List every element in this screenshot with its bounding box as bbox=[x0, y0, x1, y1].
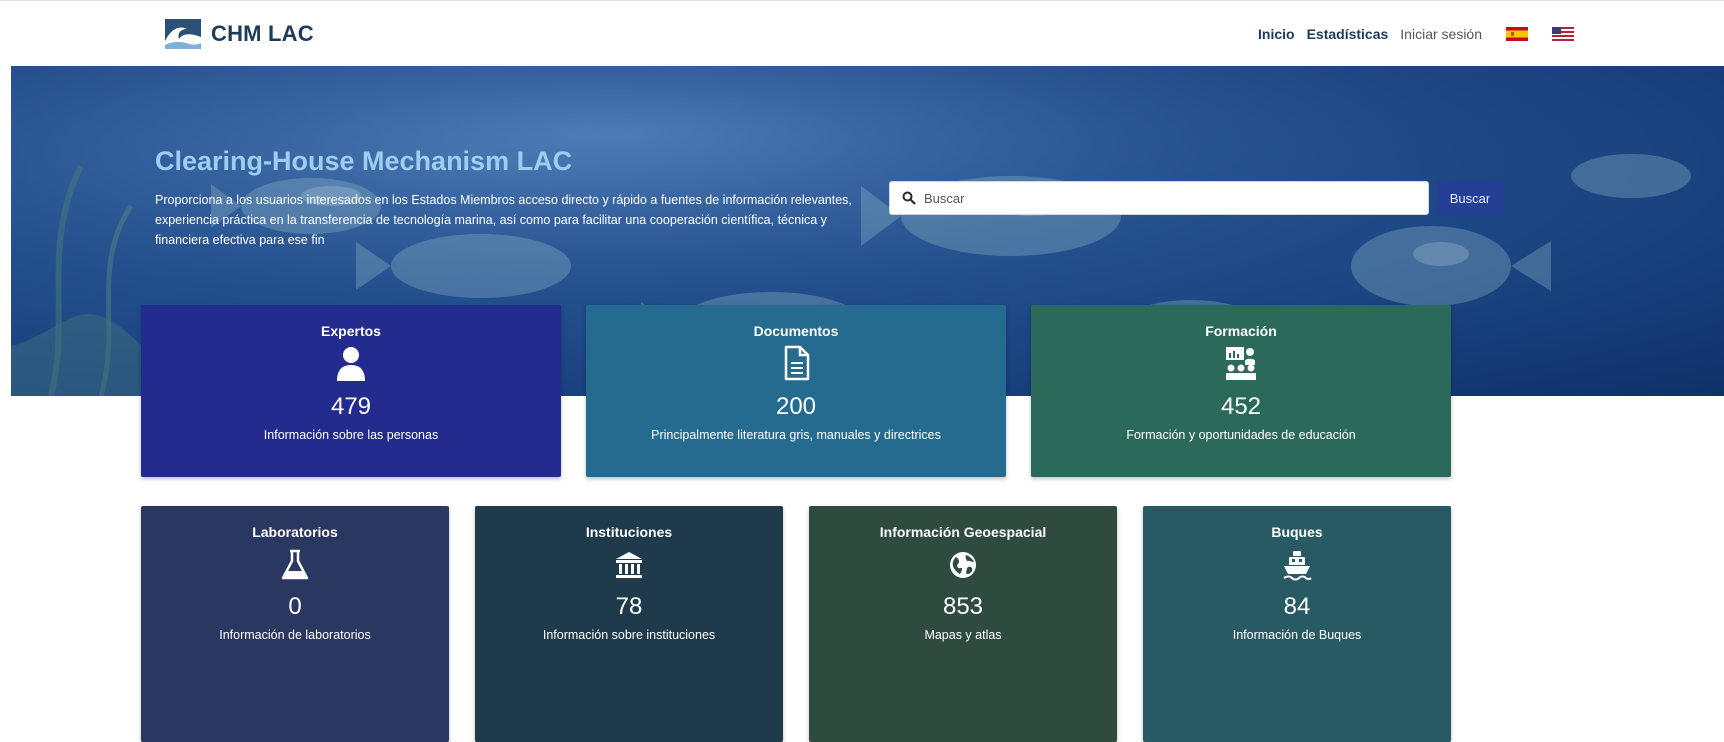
card-count: 84 bbox=[1283, 593, 1311, 620]
nav-login-link[interactable]: Iniciar sesión bbox=[1400, 26, 1482, 42]
hero-description: Proporciona a los usuarios interesados e… bbox=[155, 193, 852, 247]
card-count: 200 bbox=[775, 393, 817, 420]
user-icon bbox=[337, 347, 365, 381]
card-laboratorios[interactable]: Laboratorios 0 Información de laboratori… bbox=[141, 506, 449, 742]
card-description: Información sobre las personas bbox=[263, 428, 439, 442]
training-icon bbox=[1226, 347, 1256, 380]
card-expertos[interactable]: Expertos 479 Información sobre las perso… bbox=[141, 305, 561, 477]
nav-estadisticas-link[interactable]: Estadísticas bbox=[1307, 26, 1389, 42]
document-icon bbox=[784, 345, 810, 381]
card-count: 78 bbox=[615, 593, 643, 620]
card-buques[interactable]: Buques 84 Información de Buques bbox=[1143, 506, 1451, 742]
card-count: 0 bbox=[288, 593, 302, 620]
search-icon bbox=[902, 191, 916, 205]
card-documentos[interactable]: Documentos 200 Principalmente literatura… bbox=[586, 305, 1006, 477]
flask-icon bbox=[281, 549, 309, 580]
globe-icon bbox=[950, 552, 976, 578]
card-title: Información Geoespacial bbox=[879, 524, 1047, 540]
card-count: 853 bbox=[942, 593, 984, 620]
top-navbar: CHM LAC Inicio Estadísticas Iniciar sesi… bbox=[0, 0, 1724, 66]
brand-name: CHM LAC bbox=[211, 21, 314, 46]
card-description: Mapas y atlas bbox=[924, 628, 1002, 642]
card-geoespacial[interactable]: Información Geoespacial 853 Mapas y atla… bbox=[809, 506, 1117, 742]
search-input[interactable] bbox=[924, 183, 1428, 213]
card-instituciones[interactable]: Instituciones 78 Información sobre insti… bbox=[475, 506, 783, 742]
nav-inicio-link[interactable]: Inicio bbox=[1258, 26, 1295, 42]
card-description: Información de laboratorios bbox=[219, 628, 371, 642]
institution-icon bbox=[616, 552, 642, 578]
card-title: Buques bbox=[1271, 524, 1323, 540]
card-title: Documentos bbox=[753, 323, 839, 339]
card-count: 479 bbox=[330, 393, 372, 420]
hero-title: Clearing-House Mechanism LAC bbox=[155, 146, 573, 176]
card-count: 452 bbox=[1220, 393, 1262, 420]
search-box bbox=[889, 181, 1429, 215]
card-description: Información de Buques bbox=[1232, 628, 1362, 642]
card-description: Información sobre instituciones bbox=[542, 628, 716, 642]
card-title: Formación bbox=[1205, 323, 1277, 339]
spain-flag-icon[interactable] bbox=[1506, 27, 1528, 41]
search-button[interactable]: Buscar bbox=[1437, 181, 1503, 215]
nav-links: Inicio Estadísticas Iniciar sesión bbox=[1258, 26, 1574, 42]
card-title: Laboratorios bbox=[252, 524, 338, 540]
card-description: Principalmente literatura gris, manuales… bbox=[651, 428, 941, 442]
page: CHM LAC Inicio Estadísticas Iniciar sesi… bbox=[0, 0, 1724, 742]
wave-logo-icon bbox=[165, 19, 201, 49]
ship-icon bbox=[1283, 551, 1312, 581]
usa-flag-icon[interactable] bbox=[1552, 27, 1574, 41]
brand[interactable]: CHM LAC bbox=[165, 19, 314, 49]
card-description: Formación y oportunidades de educación bbox=[1126, 428, 1356, 442]
card-title: Expertos bbox=[321, 323, 381, 339]
card-formacion[interactable]: Formación 452 Formación y oportunidades … bbox=[1031, 305, 1451, 477]
card-title: Instituciones bbox=[585, 524, 673, 540]
